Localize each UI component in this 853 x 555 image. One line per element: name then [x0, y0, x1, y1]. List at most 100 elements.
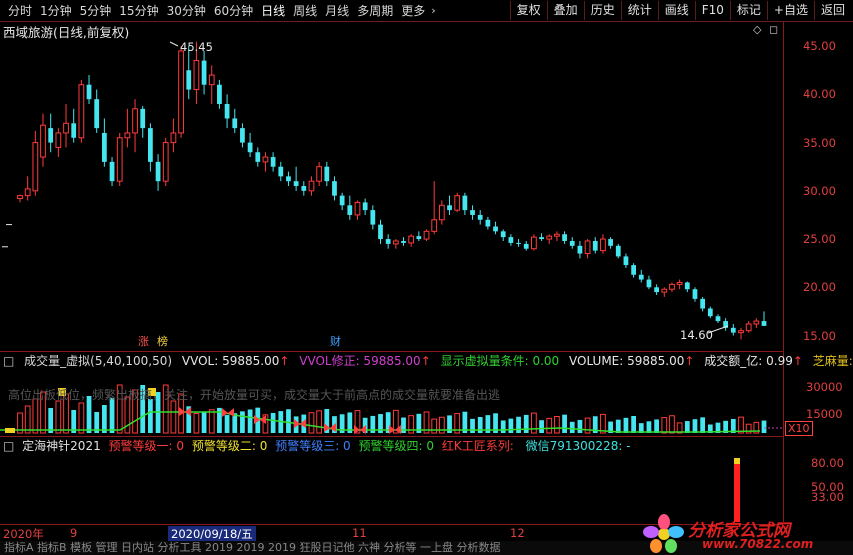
volume-bar [240, 411, 245, 433]
candle-body [738, 330, 744, 334]
volume-indicator-name[interactable]: 成交量_虚拟(5,40,100,50) [24, 354, 172, 368]
candle-body [531, 236, 537, 250]
volume-bar [109, 398, 115, 433]
kline-chart[interactable] [0, 0, 853, 555]
candle-body [224, 104, 230, 119]
candle-body [493, 226, 498, 232]
time-label: 2020年 [3, 527, 44, 541]
candle-body [516, 242, 521, 244]
candle-body [447, 205, 452, 211]
candle-body [753, 320, 760, 325]
candle-body [347, 205, 353, 215]
candle-body [286, 176, 291, 182]
candle-body [232, 118, 238, 129]
candle-body [354, 201, 361, 216]
volume-bar [684, 421, 690, 433]
time-label: 11 [352, 526, 367, 540]
candle-body [186, 70, 192, 90]
candle-body [48, 128, 54, 143]
indicator-name[interactable]: 定海神针2021 [22, 439, 101, 453]
candle-body [132, 108, 138, 134]
volume-bar [562, 414, 567, 433]
volume-tick-label: 15000 [806, 407, 843, 421]
indicator-panel-header: □ 定海神针2021 预警等级一: 0 预警等级二: 0 预警等级三: 0 预警… [3, 439, 631, 453]
candle-body [63, 122, 69, 134]
candle-body [761, 321, 767, 326]
candle-body [562, 234, 567, 241]
volume-bar [569, 421, 575, 433]
high-price-label: 45.45 [180, 40, 213, 54]
collapse-icon[interactable]: □ [3, 439, 14, 453]
collapse-icon[interactable]: □ [3, 354, 14, 368]
volume-bar [669, 415, 675, 434]
candle-body [700, 298, 706, 309]
volume-bar [546, 417, 553, 434]
candle-body [423, 230, 430, 240]
volume-bar [78, 402, 85, 434]
zhang-marker[interactable]: 涨 [138, 333, 149, 349]
candle-body [539, 237, 544, 240]
candle-body [78, 84, 85, 139]
volume-value: VOLUME: 59885.00 [569, 354, 685, 368]
candle-body [339, 195, 345, 206]
amount-value: 成交额_亿: 0.99 [704, 354, 793, 368]
candle-body [201, 60, 207, 85]
warning-level-4: 预警等级四: 0 [358, 439, 435, 453]
price-tick-label: 45.00 [803, 39, 836, 54]
price-tick-label: 25.00 [803, 232, 836, 247]
candle-body [508, 237, 514, 243]
warning-level-3: 预警等级三: 0 [275, 439, 351, 453]
candle-body [17, 195, 23, 200]
volume-bar [316, 410, 323, 434]
volume-bar [761, 420, 767, 433]
candle-body [569, 240, 575, 246]
candle-body [523, 243, 529, 249]
volume-bar [101, 405, 107, 433]
bang-marker[interactable]: 榜 [157, 333, 168, 349]
candle-body [217, 84, 222, 104]
indicator-tick-label: 80.00 [811, 456, 844, 470]
cai-marker[interactable]: 财 [330, 333, 341, 349]
candle-body [669, 283, 675, 290]
volume-bar [646, 421, 652, 433]
candle-body [615, 245, 621, 257]
volume-notice: 高位出板低位，频繁出板搞，关注，开始放量可买，成交量大于前高点的成交量就要准备出… [8, 388, 501, 402]
volume-bar [554, 416, 560, 434]
price-tick-label: 20.00 [803, 280, 836, 295]
volume-bar [508, 418, 514, 433]
low-price-label: 14.60 [680, 328, 713, 342]
candle-body [362, 202, 368, 211]
candle-body [40, 124, 46, 158]
candle-body [140, 108, 146, 129]
volume-bar [539, 420, 544, 433]
candle-body [208, 74, 215, 86]
candle-body [148, 128, 153, 162]
candle-body [370, 210, 376, 225]
red-k-series: 红K工匠系列 [441, 439, 510, 453]
candle-body [554, 233, 560, 237]
candle-body [155, 161, 161, 182]
time-label: 12 [510, 526, 525, 540]
candle-body [654, 287, 659, 293]
watermark-logo: 分析家公式网 www.70822.com [640, 514, 850, 554]
candle-body [24, 188, 31, 197]
candle-body [170, 132, 177, 144]
candle-body [692, 289, 698, 299]
candle-body [101, 132, 107, 162]
volume-bar [692, 419, 698, 433]
candle-body [332, 181, 337, 196]
zhima-volume: 芝麻量: [812, 354, 853, 368]
volume-bar [470, 418, 475, 433]
volume-bar [500, 420, 506, 433]
candle-body [193, 60, 200, 91]
volume-bar [431, 418, 438, 434]
candle-body [86, 84, 92, 100]
volume-bar [623, 417, 629, 433]
candle-body [378, 224, 383, 240]
warning-level-2: 预警等级二: 0 [191, 439, 268, 453]
volume-bar [654, 419, 659, 433]
volume-bar [577, 419, 583, 433]
candle-body [301, 186, 307, 191]
flower-logo-icon [643, 514, 684, 553]
candle-body [676, 281, 683, 285]
